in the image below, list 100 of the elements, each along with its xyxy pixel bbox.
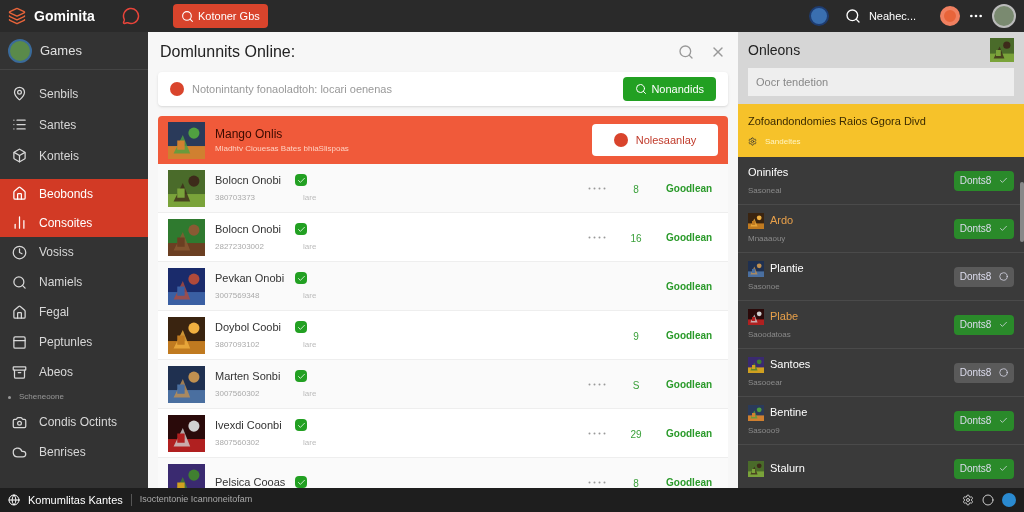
item-title: Santoes	[770, 357, 811, 373]
check-icon	[296, 175, 306, 185]
list-item[interactable]: Bentine Sasooo9 Donts8	[738, 397, 1024, 445]
check-icon	[999, 464, 1009, 473]
info-icon[interactable]	[1002, 493, 1016, 507]
settings-icon[interactable]	[962, 494, 974, 506]
list-row[interactable]: Doybol Coobi 3807093102 lare 9 Goodlean	[158, 311, 728, 360]
circle-icon	[999, 368, 1009, 377]
globe-icon	[8, 494, 20, 506]
list-item[interactable]: Plabe Saoodatoas Donts8	[738, 301, 1024, 349]
camera-icon	[12, 414, 27, 430]
item-subtitle: Mnaaaouy	[748, 232, 787, 245]
checkbox[interactable]	[295, 419, 307, 431]
notification-icon[interactable]	[940, 6, 960, 26]
game-title: Bolocn Onobi	[215, 221, 283, 237]
count: 9	[633, 331, 639, 342]
search-icon	[181, 9, 194, 23]
list-row[interactable]: Ivexdi Coonbi 3807560302 lare 29 Goodlean	[158, 409, 728, 458]
pin-icon	[12, 86, 27, 101]
featured-row[interactable]: Mango Onlis Mladhtv Ciouesas Bates bhiaSlispoas Nolesaanlay	[158, 116, 728, 164]
item-title: Bentine	[770, 405, 808, 421]
circle-icon[interactable]	[982, 494, 994, 506]
archive-icon	[12, 364, 27, 380]
sidebar-item[interactable]: Vosiss	[0, 237, 148, 267]
checkbox[interactable]	[295, 174, 307, 186]
toggle-button[interactable]: Donts8	[954, 362, 1014, 383]
sidebar-item[interactable]: Consoites	[0, 208, 148, 237]
game-tag: lare	[303, 241, 317, 254]
status-text: Goodlean	[666, 181, 714, 196]
game-tag: lare	[303, 437, 317, 450]
panel-title: Onleons	[748, 40, 802, 60]
status-text: Goodlean	[666, 279, 714, 294]
status-title: Komumlitas Kantes	[28, 492, 123, 508]
status-text: Goodlean	[666, 230, 714, 245]
status-text: Goodlean	[666, 475, 714, 488]
game-id: 3807093102	[215, 339, 261, 352]
game-id: 3007569348	[215, 290, 261, 303]
sidebar-item[interactable]: Peptunles	[0, 327, 148, 357]
gear-icon	[748, 137, 757, 147]
checkbox[interactable]	[295, 476, 307, 488]
box-icon	[12, 148, 27, 163]
check-icon	[999, 320, 1009, 329]
item-subtitle: Saoodatoas	[748, 328, 792, 341]
sidebar-item[interactable]: Namiels	[0, 267, 148, 297]
game-title: Doybol Coobi	[215, 319, 283, 335]
scrollbar[interactable]	[1020, 182, 1024, 242]
check-icon	[999, 416, 1009, 425]
check-icon	[296, 224, 306, 234]
logo-icon	[8, 7, 26, 25]
avatar[interactable]	[992, 4, 1016, 28]
check-icon	[296, 273, 306, 283]
check-icon	[296, 322, 306, 332]
check-icon	[296, 420, 306, 430]
list-row[interactable]: Bolocn Onobi 28272303002 lare 16 Goodlean	[158, 213, 728, 262]
checkbox[interactable]	[295, 370, 307, 382]
section-label: Scheneoone	[19, 391, 64, 403]
notice-text: Notonintanty fonaoladtoh: locari oenenas	[192, 81, 393, 97]
status-text: Goodlean	[666, 377, 714, 392]
checkbox[interactable]	[295, 321, 307, 333]
featured-button[interactable]: Nolesaanlay	[592, 124, 718, 156]
list-item[interactable]: Plantie Sasonoe Donts8	[738, 253, 1024, 301]
sidebar-item[interactable]: Senbils	[0, 79, 148, 108]
featured-subtitle: Mladhtv Ciouesas Bates bhiaSlispoas	[215, 143, 350, 155]
game-id: 28272303002	[215, 241, 265, 254]
sidebar-item[interactable]: Condis Octints	[0, 407, 148, 437]
sidebar-item[interactable]: Abeos	[0, 357, 148, 387]
house-icon	[12, 304, 27, 320]
item-title: Plantie	[770, 261, 804, 277]
checkbox[interactable]	[295, 272, 307, 284]
sidebar-item[interactable]: Santes	[0, 110, 148, 139]
highlight-card[interactable]: Zofoandondomies Raios Ggora Divd Sandeltes	[738, 104, 1024, 157]
list-item[interactable]: Oninifes Sasoneal Donts8	[738, 157, 1024, 205]
alert-icon	[170, 82, 184, 96]
status-text: Isoctentonie Icannoneitofam	[139, 493, 254, 507]
check-icon	[296, 477, 306, 487]
featured-title: Mango Onlis	[215, 126, 284, 143]
chat-icon[interactable]	[122, 7, 140, 25]
panel-title: Domlunnits Online:	[160, 42, 297, 62]
sidebar-item[interactable]: Fegal	[0, 297, 148, 327]
list-item[interactable]: Santoes Sasooear Donts8	[738, 349, 1024, 397]
record-icon	[613, 133, 628, 147]
list-icon	[12, 117, 27, 132]
item-subtitle: Sasooo9	[748, 424, 781, 437]
game-title: Marten Sonbi	[215, 368, 282, 384]
sidebar-item[interactable]: Benrises	[0, 437, 148, 467]
search-field[interactable]: Oocr tendetion	[748, 68, 1014, 96]
sidebar-item[interactable]: Beobonds	[0, 179, 148, 208]
clock-icon	[12, 244, 27, 260]
toggle-button[interactable]: Donts8	[954, 266, 1014, 287]
game-title: Pelsica Cooas	[215, 474, 287, 488]
status-text: Goodlean	[666, 426, 714, 441]
checkbox[interactable]	[295, 223, 307, 235]
sidebar-item[interactable]: Konteis	[0, 141, 148, 170]
item-title: Stalurn	[770, 461, 805, 477]
search-icon[interactable]	[844, 8, 861, 24]
search-button[interactable]: Kotoner Gbs	[173, 4, 268, 28]
avatar[interactable]	[8, 38, 32, 63]
game-id: 380703373	[215, 192, 257, 205]
list-item[interactable]: Ardo Mnaaaouy Donts8	[738, 205, 1024, 253]
game-title: Pevkan Onobi	[215, 270, 286, 286]
